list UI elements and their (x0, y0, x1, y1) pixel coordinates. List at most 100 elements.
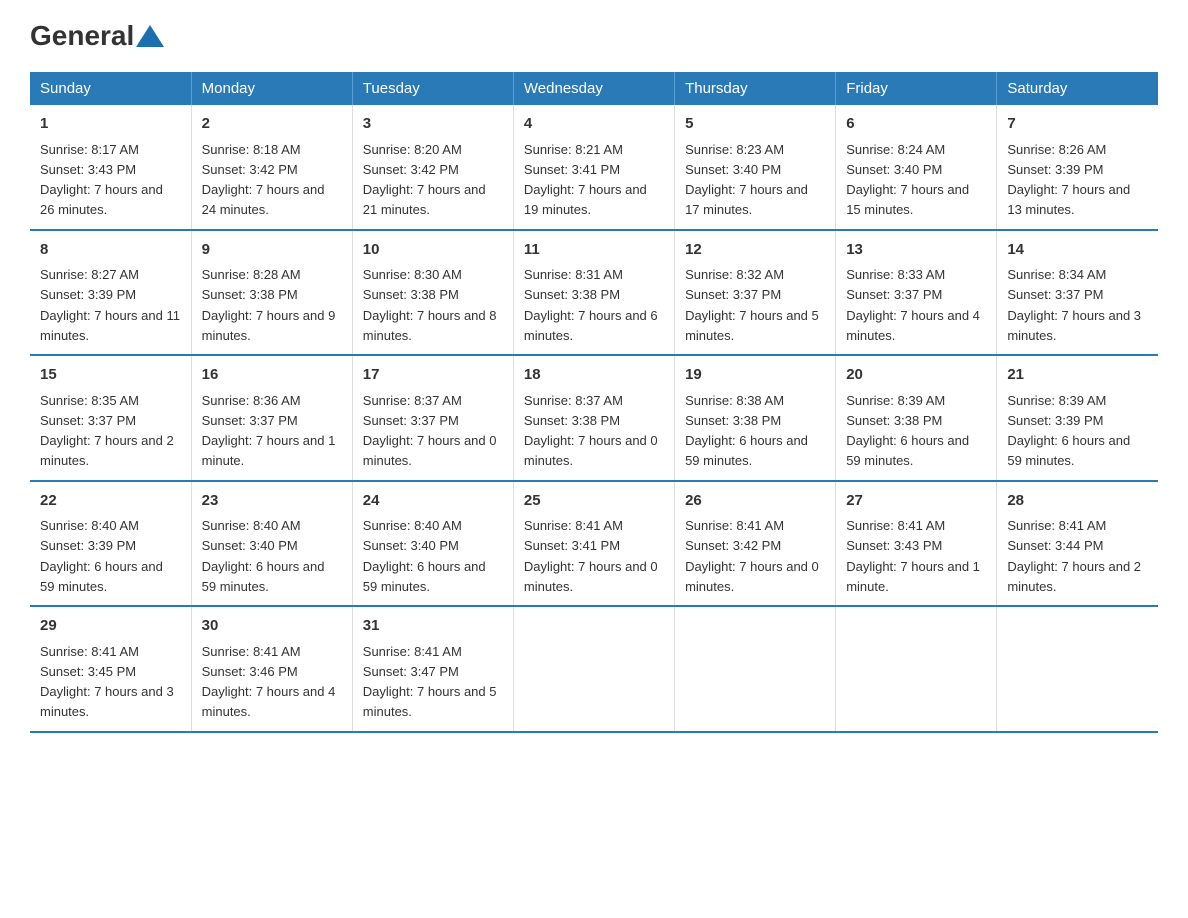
page-header: General (30, 20, 1158, 52)
calendar-cell (513, 606, 674, 732)
header-tuesday: Tuesday (352, 72, 513, 105)
day-number: 2 (202, 113, 342, 136)
day-number: 24 (363, 490, 503, 513)
day-number: 9 (202, 239, 342, 262)
calendar-cell: 10 Sunrise: 8:30 AMSunset: 3:38 PMDaylig… (352, 230, 513, 356)
day-info: Sunrise: 8:18 AMSunset: 3:42 PMDaylight:… (202, 142, 325, 218)
week-row-4: 22 Sunrise: 8:40 AMSunset: 3:39 PMDaylig… (30, 481, 1158, 607)
day-number: 3 (363, 113, 503, 136)
calendar-cell: 5 Sunrise: 8:23 AMSunset: 3:40 PMDayligh… (675, 105, 836, 230)
day-info: Sunrise: 8:31 AMSunset: 3:38 PMDaylight:… (524, 267, 658, 343)
calendar-cell: 20 Sunrise: 8:39 AMSunset: 3:38 PMDaylig… (836, 355, 997, 481)
day-info: Sunrise: 8:37 AMSunset: 3:37 PMDaylight:… (363, 393, 497, 469)
calendar-cell (997, 606, 1158, 732)
calendar-cell: 23 Sunrise: 8:40 AMSunset: 3:40 PMDaylig… (191, 481, 352, 607)
day-info: Sunrise: 8:17 AMSunset: 3:43 PMDaylight:… (40, 142, 163, 218)
calendar-cell: 27 Sunrise: 8:41 AMSunset: 3:43 PMDaylig… (836, 481, 997, 607)
day-number: 7 (1007, 113, 1148, 136)
day-info: Sunrise: 8:40 AMSunset: 3:40 PMDaylight:… (202, 518, 325, 594)
day-number: 8 (40, 239, 181, 262)
day-number: 29 (40, 615, 181, 638)
day-info: Sunrise: 8:24 AMSunset: 3:40 PMDaylight:… (846, 142, 969, 218)
day-info: Sunrise: 8:40 AMSunset: 3:40 PMDaylight:… (363, 518, 486, 594)
header-row: SundayMondayTuesdayWednesdayThursdayFrid… (30, 72, 1158, 105)
day-number: 4 (524, 113, 664, 136)
day-info: Sunrise: 8:37 AMSunset: 3:38 PMDaylight:… (524, 393, 658, 469)
day-number: 5 (685, 113, 825, 136)
day-info: Sunrise: 8:38 AMSunset: 3:38 PMDaylight:… (685, 393, 808, 469)
week-row-1: 1 Sunrise: 8:17 AMSunset: 3:43 PMDayligh… (30, 105, 1158, 230)
day-number: 16 (202, 364, 342, 387)
day-info: Sunrise: 8:41 AMSunset: 3:44 PMDaylight:… (1007, 518, 1141, 594)
header-friday: Friday (836, 72, 997, 105)
day-info: Sunrise: 8:41 AMSunset: 3:45 PMDaylight:… (40, 644, 174, 720)
day-number: 12 (685, 239, 825, 262)
day-number: 11 (524, 239, 664, 262)
day-number: 22 (40, 490, 181, 513)
day-number: 28 (1007, 490, 1148, 513)
day-info: Sunrise: 8:27 AMSunset: 3:39 PMDaylight:… (40, 267, 180, 343)
day-number: 18 (524, 364, 664, 387)
week-row-3: 15 Sunrise: 8:35 AMSunset: 3:37 PMDaylig… (30, 355, 1158, 481)
calendar-cell: 25 Sunrise: 8:41 AMSunset: 3:41 PMDaylig… (513, 481, 674, 607)
day-number: 19 (685, 364, 825, 387)
day-info: Sunrise: 8:35 AMSunset: 3:37 PMDaylight:… (40, 393, 174, 469)
calendar-cell: 14 Sunrise: 8:34 AMSunset: 3:37 PMDaylig… (997, 230, 1158, 356)
day-info: Sunrise: 8:30 AMSunset: 3:38 PMDaylight:… (363, 267, 497, 343)
day-info: Sunrise: 8:33 AMSunset: 3:37 PMDaylight:… (846, 267, 980, 343)
day-info: Sunrise: 8:41 AMSunset: 3:43 PMDaylight:… (846, 518, 980, 594)
day-number: 20 (846, 364, 986, 387)
day-number: 15 (40, 364, 181, 387)
day-number: 6 (846, 113, 986, 136)
day-number: 27 (846, 490, 986, 513)
calendar-cell: 21 Sunrise: 8:39 AMSunset: 3:39 PMDaylig… (997, 355, 1158, 481)
day-info: Sunrise: 8:41 AMSunset: 3:46 PMDaylight:… (202, 644, 336, 720)
calendar-cell: 15 Sunrise: 8:35 AMSunset: 3:37 PMDaylig… (30, 355, 191, 481)
calendar-cell: 1 Sunrise: 8:17 AMSunset: 3:43 PMDayligh… (30, 105, 191, 230)
day-info: Sunrise: 8:41 AMSunset: 3:47 PMDaylight:… (363, 644, 497, 720)
calendar-cell: 30 Sunrise: 8:41 AMSunset: 3:46 PMDaylig… (191, 606, 352, 732)
calendar-header: SundayMondayTuesdayWednesdayThursdayFrid… (30, 72, 1158, 105)
day-number: 30 (202, 615, 342, 638)
day-number: 13 (846, 239, 986, 262)
day-info: Sunrise: 8:39 AMSunset: 3:39 PMDaylight:… (1007, 393, 1130, 469)
calendar-cell: 4 Sunrise: 8:21 AMSunset: 3:41 PMDayligh… (513, 105, 674, 230)
calendar-body: 1 Sunrise: 8:17 AMSunset: 3:43 PMDayligh… (30, 105, 1158, 732)
week-row-5: 29 Sunrise: 8:41 AMSunset: 3:45 PMDaylig… (30, 606, 1158, 732)
day-info: Sunrise: 8:20 AMSunset: 3:42 PMDaylight:… (363, 142, 486, 218)
calendar-cell: 3 Sunrise: 8:20 AMSunset: 3:42 PMDayligh… (352, 105, 513, 230)
header-thursday: Thursday (675, 72, 836, 105)
calendar-cell: 17 Sunrise: 8:37 AMSunset: 3:37 PMDaylig… (352, 355, 513, 481)
calendar-cell: 24 Sunrise: 8:40 AMSunset: 3:40 PMDaylig… (352, 481, 513, 607)
day-info: Sunrise: 8:23 AMSunset: 3:40 PMDaylight:… (685, 142, 808, 218)
calendar-table: SundayMondayTuesdayWednesdayThursdayFrid… (30, 72, 1158, 733)
calendar-cell: 6 Sunrise: 8:24 AMSunset: 3:40 PMDayligh… (836, 105, 997, 230)
calendar-cell: 18 Sunrise: 8:37 AMSunset: 3:38 PMDaylig… (513, 355, 674, 481)
calendar-cell (836, 606, 997, 732)
day-info: Sunrise: 8:40 AMSunset: 3:39 PMDaylight:… (40, 518, 163, 594)
day-info: Sunrise: 8:39 AMSunset: 3:38 PMDaylight:… (846, 393, 969, 469)
calendar-cell: 19 Sunrise: 8:38 AMSunset: 3:38 PMDaylig… (675, 355, 836, 481)
calendar-cell: 28 Sunrise: 8:41 AMSunset: 3:44 PMDaylig… (997, 481, 1158, 607)
calendar-cell: 11 Sunrise: 8:31 AMSunset: 3:38 PMDaylig… (513, 230, 674, 356)
day-number: 25 (524, 490, 664, 513)
day-number: 21 (1007, 364, 1148, 387)
calendar-cell: 2 Sunrise: 8:18 AMSunset: 3:42 PMDayligh… (191, 105, 352, 230)
day-info: Sunrise: 8:21 AMSunset: 3:41 PMDaylight:… (524, 142, 647, 218)
week-row-2: 8 Sunrise: 8:27 AMSunset: 3:39 PMDayligh… (30, 230, 1158, 356)
day-info: Sunrise: 8:41 AMSunset: 3:41 PMDaylight:… (524, 518, 658, 594)
day-info: Sunrise: 8:34 AMSunset: 3:37 PMDaylight:… (1007, 267, 1141, 343)
day-number: 31 (363, 615, 503, 638)
calendar-cell: 12 Sunrise: 8:32 AMSunset: 3:37 PMDaylig… (675, 230, 836, 356)
logo-triangle-icon (136, 25, 164, 47)
logo-general-text: General (30, 20, 134, 52)
header-sunday: Sunday (30, 72, 191, 105)
calendar-cell: 8 Sunrise: 8:27 AMSunset: 3:39 PMDayligh… (30, 230, 191, 356)
day-number: 14 (1007, 239, 1148, 262)
calendar-cell: 13 Sunrise: 8:33 AMSunset: 3:37 PMDaylig… (836, 230, 997, 356)
header-saturday: Saturday (997, 72, 1158, 105)
calendar-cell: 9 Sunrise: 8:28 AMSunset: 3:38 PMDayligh… (191, 230, 352, 356)
calendar-cell (675, 606, 836, 732)
day-info: Sunrise: 8:32 AMSunset: 3:37 PMDaylight:… (685, 267, 819, 343)
logo: General (30, 20, 164, 52)
